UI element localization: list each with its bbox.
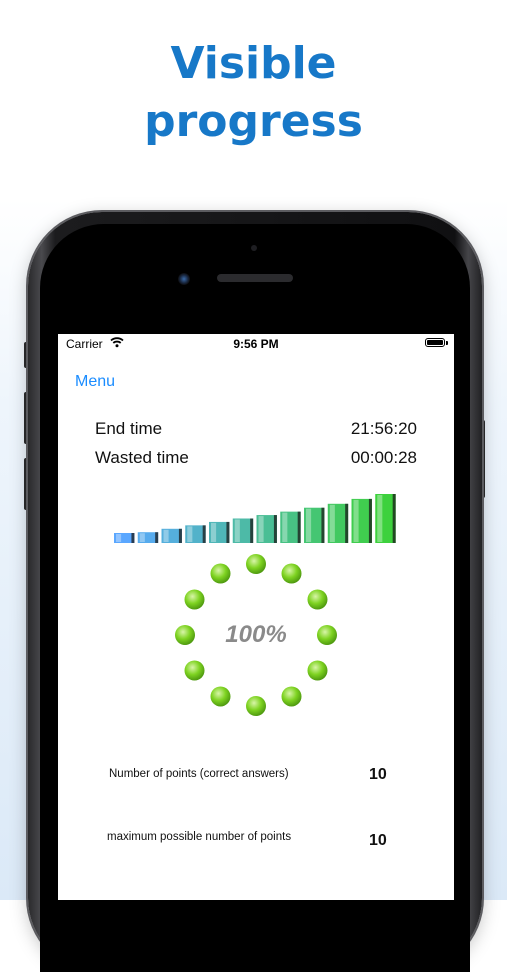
progress-dot-2 bbox=[281, 563, 302, 584]
front-camera-icon bbox=[178, 273, 190, 285]
progress-bar-11 bbox=[351, 498, 372, 543]
progress-bar-meter bbox=[114, 494, 396, 543]
status-bar: Carrier 9:56 PM bbox=[58, 334, 454, 354]
progress-dot-6 bbox=[281, 686, 302, 707]
proximity-sensor bbox=[251, 245, 257, 251]
progress-bar-3 bbox=[161, 528, 182, 543]
progress-dot-3 bbox=[307, 589, 328, 610]
progress-bar-5 bbox=[209, 521, 230, 543]
progress-bar-10 bbox=[327, 503, 349, 543]
progress-dot-1 bbox=[246, 554, 266, 574]
points-value: 10 bbox=[369, 766, 387, 783]
wasted-time-value: 00:00:28 bbox=[350, 448, 417, 467]
menu-button[interactable]: Menu bbox=[75, 373, 115, 391]
progress-dot-11 bbox=[184, 589, 205, 610]
progress-bar-12 bbox=[375, 494, 396, 543]
max-points-label: maximum possible number of points bbox=[107, 831, 292, 843]
status-time: 9:56 PM bbox=[233, 337, 279, 351]
wasted-time-label: Wasted time bbox=[95, 448, 189, 467]
percent-label: 100% bbox=[225, 621, 287, 648]
end-time-value: 21:56:20 bbox=[350, 419, 417, 438]
end-time-label: End time bbox=[95, 419, 163, 438]
progress-bar-1 bbox=[114, 533, 135, 543]
headline-line-2: progress bbox=[144, 96, 363, 147]
progress-bar-7 bbox=[256, 515, 277, 543]
battery-icon bbox=[425, 338, 445, 347]
progress-dot-9 bbox=[184, 660, 205, 681]
points-label: Number of points (correct answers) bbox=[109, 768, 289, 780]
headline-line-1: Visible bbox=[170, 38, 337, 89]
max-points-value: 10 bbox=[369, 832, 387, 849]
progress-dot-12 bbox=[210, 563, 231, 584]
progress-dot-7 bbox=[246, 696, 266, 716]
battery-cap bbox=[446, 341, 448, 345]
progress-bar-2 bbox=[137, 532, 159, 543]
progress-dot-8 bbox=[210, 686, 231, 707]
earpiece-speaker bbox=[217, 274, 293, 282]
progress-bar-6 bbox=[232, 518, 254, 543]
progress-bar-8 bbox=[280, 511, 301, 543]
progress-dot-5 bbox=[307, 660, 328, 681]
progress-bar-9 bbox=[304, 507, 325, 543]
app-screen: Carrier 9:56 PM Menu End time 21:56:20 W… bbox=[58, 334, 454, 900]
progress-bar-4 bbox=[185, 525, 206, 543]
